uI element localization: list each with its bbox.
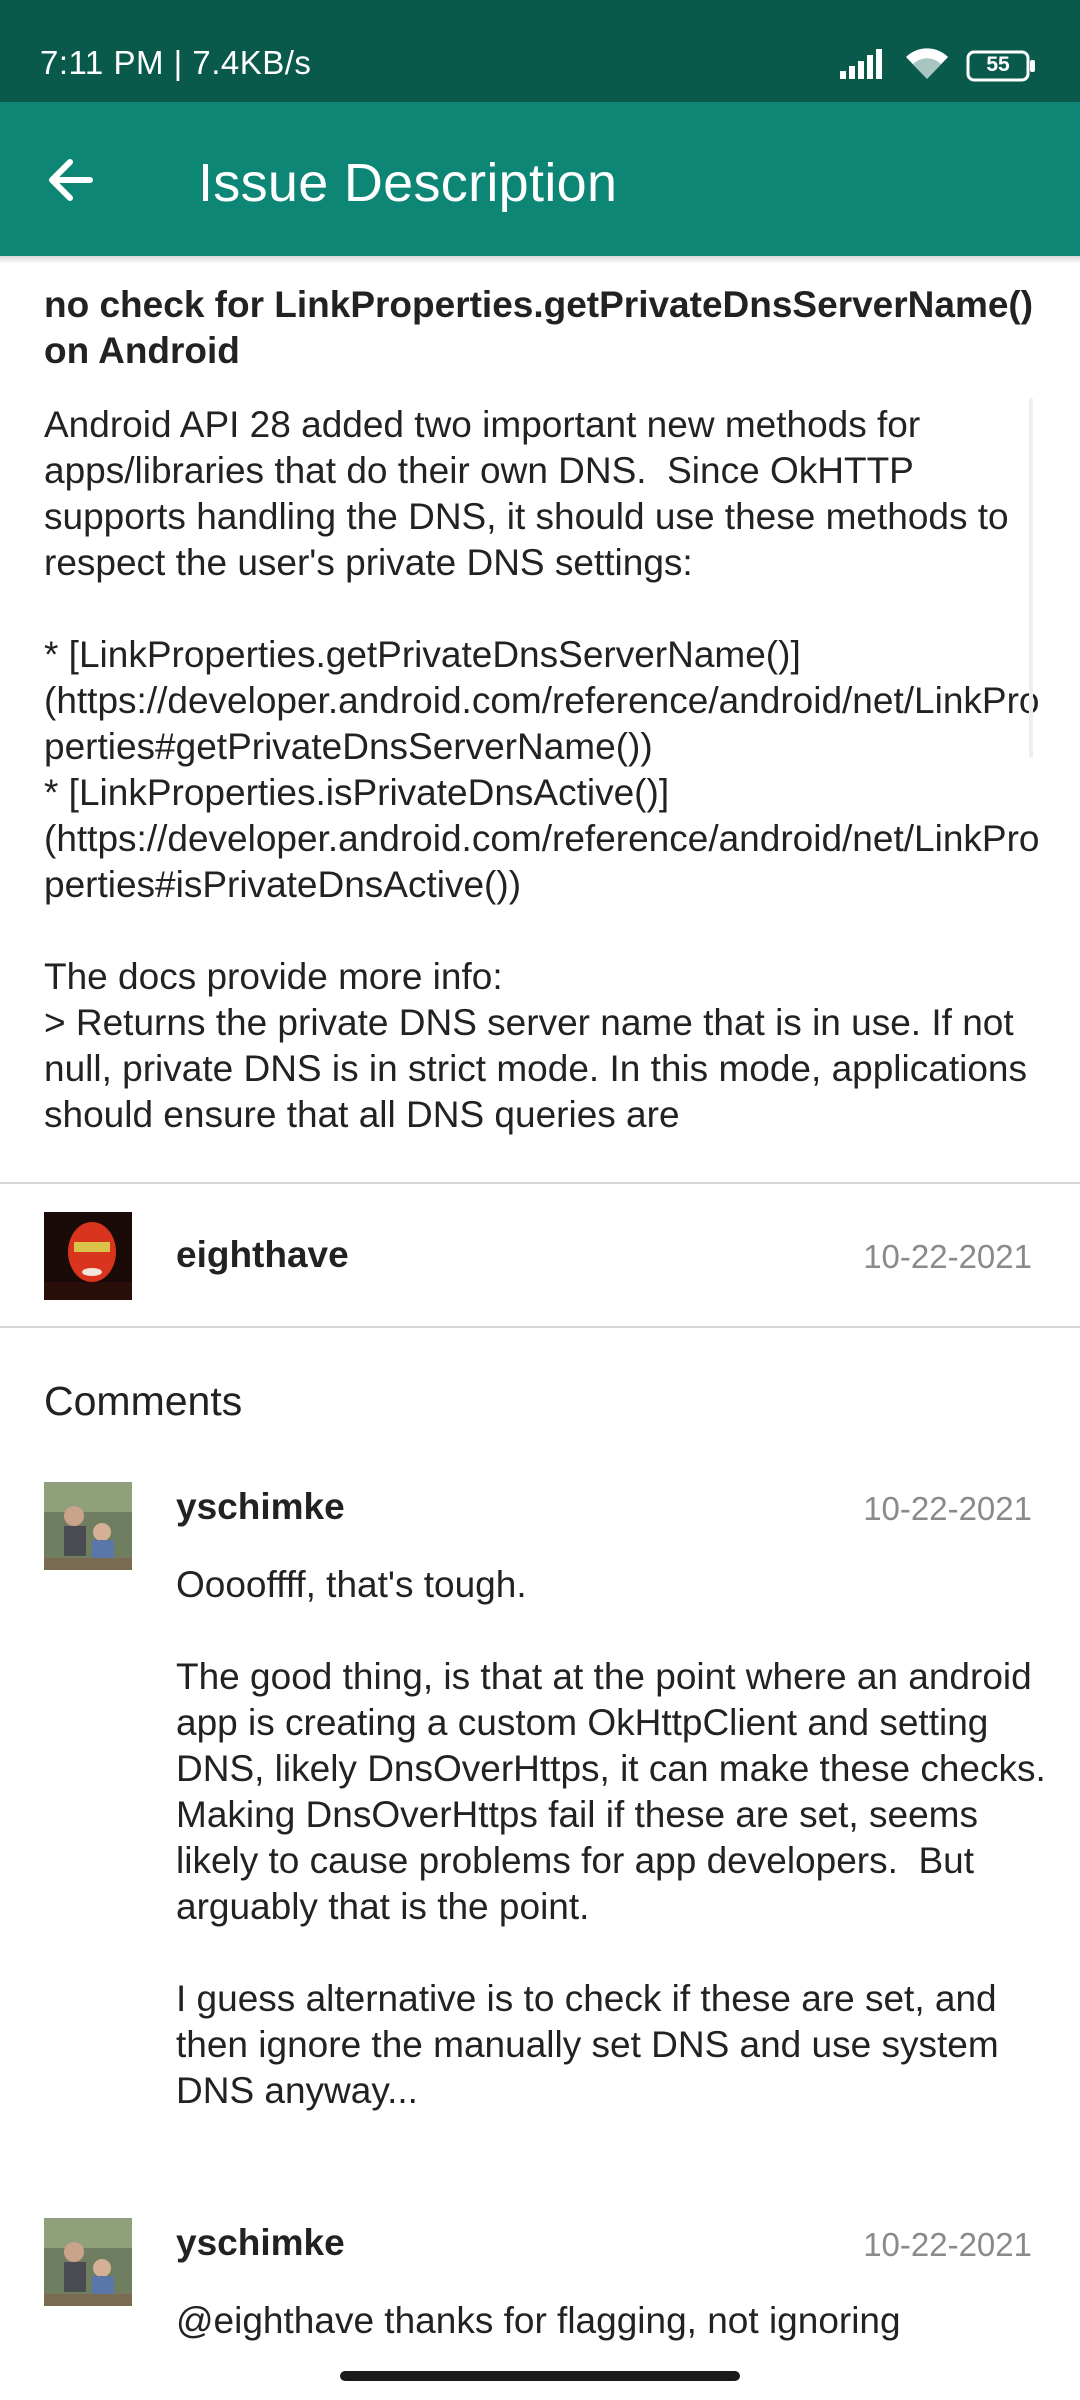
home-indicator[interactable] — [340, 2371, 740, 2381]
issue-body-scroll[interactable]: Android API 28 added two important new m… — [44, 402, 1044, 1162]
comment-date: 10-22-2021 — [863, 1490, 1032, 1527]
status-icons: 55 — [840, 46, 1036, 86]
status-time-speed: 7:11 PM | 7.4KB/s — [40, 44, 312, 81]
avatar-comment-author[interactable] — [44, 1482, 132, 1570]
avatar-issue-author[interactable] — [44, 1212, 132, 1300]
avatar-comment-author[interactable] — [44, 2218, 132, 2306]
comment-author-name[interactable]: yschimke — [176, 1486, 345, 1528]
comment-body: @eighthave thanks for flagging, not igno… — [176, 2300, 901, 2341]
comment-body: Ooooffff, that's tough. The good thing, … — [176, 1564, 1046, 2111]
app-bar: Issue Description — [0, 102, 1080, 256]
divider — [0, 1326, 1080, 1328]
comments-heading: Comments — [44, 1378, 243, 1424]
wifi-icon — [904, 47, 950, 86]
issue-date: 10-22-2021 — [863, 1238, 1032, 1275]
issue-body: Android API 28 added two important new m… — [44, 404, 1040, 1135]
issue-title: no check for LinkProperties.getPrivateDn… — [44, 284, 1034, 371]
comment-author-name[interactable]: yschimke — [176, 2222, 345, 2264]
app-bar-shadow — [0, 256, 1080, 264]
divider — [0, 1182, 1080, 1184]
battery-icon: 55 — [966, 50, 1036, 82]
page-title: Issue Description — [198, 153, 618, 213]
comment-date: 10-22-2021 — [863, 2226, 1032, 2263]
scrollbar-thumb[interactable] — [1029, 398, 1033, 758]
back-arrow-icon — [49, 159, 93, 201]
battery-level: 55 — [986, 53, 1010, 76]
signal-icon — [840, 48, 888, 84]
status-bar: 7:11 PM | 7.4KB/s 55 — [0, 0, 1080, 102]
issue-author-name[interactable]: eighthave — [176, 1234, 349, 1276]
back-button[interactable] — [40, 148, 104, 212]
